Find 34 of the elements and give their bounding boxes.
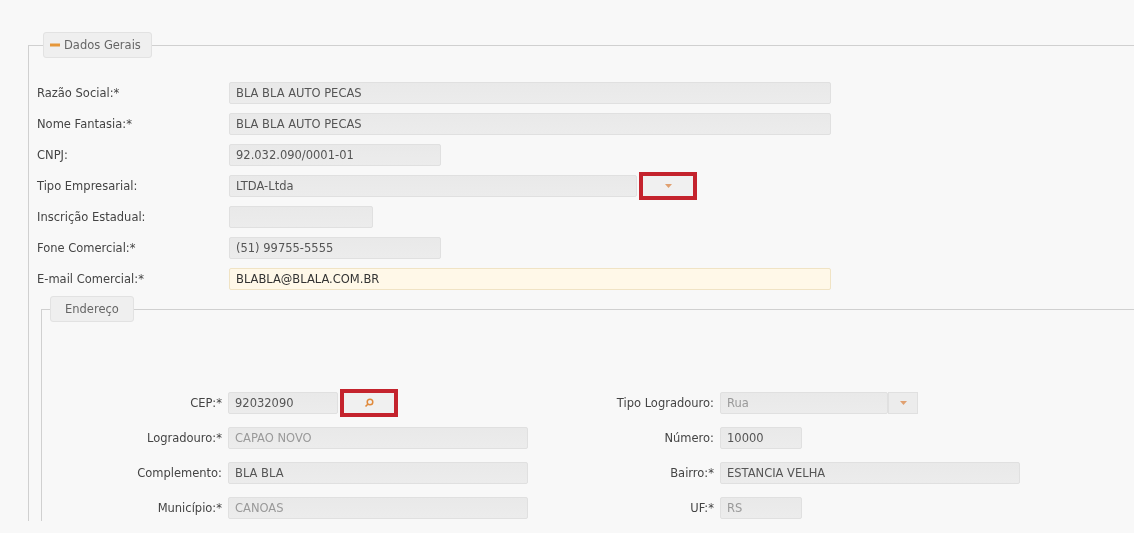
text-field[interactable]: BLA BLA AUTO PECAS (229, 82, 831, 104)
text-field[interactable]: ESTANCIA VELHA (720, 462, 1020, 484)
field-label: CEP:* (189, 396, 223, 410)
section-toggle[interactable]: Dados Gerais (43, 32, 152, 58)
field-label: Fone Comercial:* (37, 241, 137, 255)
field-label: E-mail Comercial:* (37, 272, 145, 286)
field-label: Logradouro:* (145, 431, 223, 445)
text-field[interactable]: (51) 99755-5555 (229, 237, 441, 259)
field-label: Município:* (156, 501, 223, 515)
text-field[interactable]: BLA BLA (228, 462, 528, 484)
field-label: Número: (663, 431, 715, 445)
field-label: Inscrição Estadual: (37, 210, 147, 224)
caret-icon (899, 401, 907, 405)
field-label: UF:* (689, 501, 715, 515)
section-title: Endereço (50, 296, 134, 322)
text-field[interactable]: 10000 (720, 427, 802, 449)
search-button[interactable] (340, 389, 398, 417)
field-label: Complemento: (136, 466, 223, 480)
field-label: CNPJ: (37, 148, 69, 162)
field-label: Razão Social:* (37, 86, 121, 100)
caret-icon (664, 184, 672, 188)
dropdown-field[interactable]: LTDA-Ltda (229, 175, 637, 197)
field-label: Tipo Empresarial: (37, 179, 139, 193)
field-label: Bairro:* (669, 466, 715, 480)
search-icon (364, 398, 374, 408)
section-title: Dados Gerais (64, 38, 141, 52)
field-label: Tipo Logradouro: (615, 396, 715, 410)
field-label: Nome Fantasia:* (37, 117, 133, 131)
text-field[interactable] (229, 206, 373, 228)
dropdown-button[interactable] (639, 172, 697, 200)
text-field[interactable]: 92032090 (228, 392, 338, 414)
text-field[interactable]: BLA BLA AUTO PECAS (229, 113, 831, 135)
text-field[interactable]: BLABLA@BLALA.COM.BR (229, 268, 831, 290)
text-field[interactable]: 92.032.090/0001-01 (229, 144, 441, 166)
